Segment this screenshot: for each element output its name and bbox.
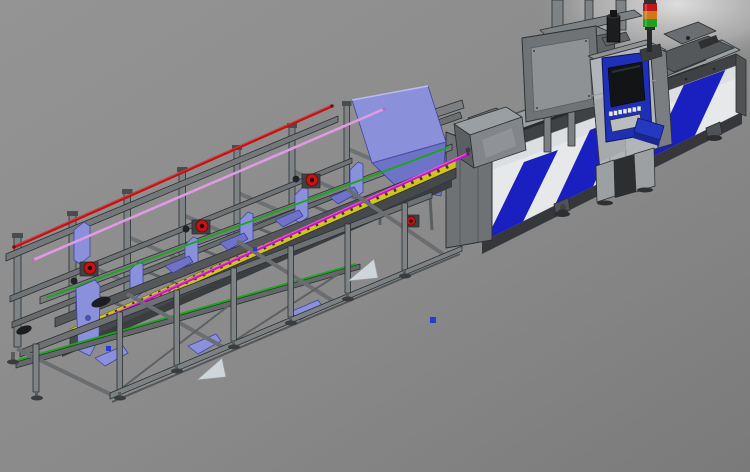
tower-leg xyxy=(634,148,655,192)
cad-render-viewport xyxy=(0,0,750,472)
machine-right-end xyxy=(736,54,746,116)
machine-scene xyxy=(0,0,750,472)
lamp-orange xyxy=(643,11,657,19)
tower-leg xyxy=(596,160,615,202)
lamp-green xyxy=(643,19,657,27)
lamp-red xyxy=(643,3,657,11)
